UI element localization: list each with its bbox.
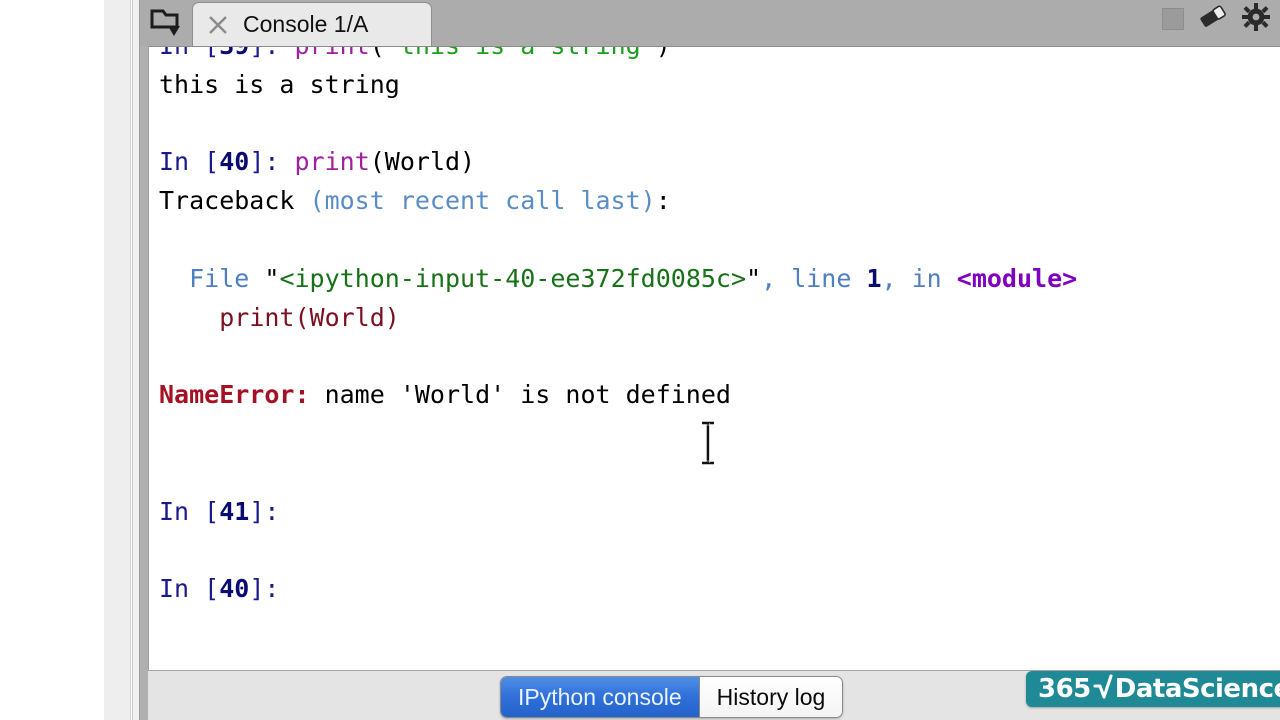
code-segment: 1 xyxy=(866,263,882,293)
editor-gutter xyxy=(104,0,131,720)
code-segment: , line xyxy=(761,263,867,293)
console-tab-bar: Console 1/A xyxy=(140,0,1280,46)
console-tab-label: Console 1/A xyxy=(243,11,369,37)
line-traceback: Traceback (most recent call last): xyxy=(159,182,1269,221)
line-file: File "<ipython-input-40-ee372fd0085c>", … xyxy=(159,260,1269,299)
code-segment: 40 xyxy=(219,147,250,177)
line-in41: In [41]: xyxy=(159,493,1269,532)
bottom-pane-tab-switcher: IPython console History log xyxy=(500,676,844,718)
code-segment: 39 xyxy=(219,47,249,60)
blank-4 xyxy=(159,415,1269,454)
code-segment: print(World) xyxy=(159,302,400,332)
code-segment: 40 xyxy=(219,574,250,604)
line-in40b: In [40]: xyxy=(159,570,1269,609)
eraser-icon[interactable] xyxy=(1198,4,1228,35)
code-segment: <ipython-input-40-ee372fd0085c> xyxy=(279,263,747,293)
brand-logo: 365 DataScience xyxy=(1026,671,1280,707)
code-segment: , in xyxy=(881,263,957,293)
code-segment: ( xyxy=(370,47,385,60)
line-nameerror: NameError: name 'World' is not defined xyxy=(159,376,1269,415)
console-tab-console-1a[interactable]: Console 1/A xyxy=(192,2,432,46)
radical-icon xyxy=(1093,674,1113,699)
code-segment: name 'World' is not defined xyxy=(309,380,731,410)
code-segment: (most recent call last) xyxy=(309,186,656,216)
line-out39: this is a string xyxy=(159,66,1269,105)
code-segment: ) xyxy=(656,47,671,60)
code-segment: File xyxy=(159,263,265,293)
code-segment: print xyxy=(294,47,369,60)
editor-pane-blank xyxy=(0,0,104,720)
blank-3 xyxy=(159,337,1269,376)
code-segment: <module> xyxy=(956,263,1078,293)
spyder-ipython-console-screen: Console 1/A this is a string In [40]: pr… xyxy=(0,0,1280,720)
stop-square-icon[interactable] xyxy=(1162,8,1184,30)
code-segment: ]: xyxy=(249,47,294,60)
code-segment: 41 xyxy=(219,496,250,526)
code-segment: ]: xyxy=(249,147,295,177)
code-segment: 'this is a string' xyxy=(385,47,656,60)
line-in40: In [40]: print(World) xyxy=(159,143,1269,182)
code-segment: (World) xyxy=(369,147,476,177)
console-toolbar xyxy=(1162,0,1280,46)
folder-dropdown-icon xyxy=(150,9,180,36)
code-segment: " xyxy=(746,263,762,293)
bottom-tab-ipython-console[interactable]: IPython console xyxy=(501,677,699,717)
console-output-area[interactable]: In [39]: print('this is a string')this i… xyxy=(148,46,1280,670)
code-segment: In [ xyxy=(159,47,219,60)
blank-6 xyxy=(159,531,1269,570)
code-segment: " xyxy=(264,263,280,293)
logo-text-365: 365 xyxy=(1038,674,1091,704)
code-segment: In [ xyxy=(159,574,220,604)
blank-2 xyxy=(159,221,1269,260)
blank-5 xyxy=(159,454,1269,493)
browse-tabs-button[interactable] xyxy=(140,0,192,46)
ipython-console-pane: Console 1/A this is a string In [40]: pr… xyxy=(140,0,1280,720)
code-segment: NameError: xyxy=(159,380,310,410)
blank-1 xyxy=(159,105,1269,144)
code-segment: ]: xyxy=(249,574,295,604)
code-segment: Traceback xyxy=(159,186,310,216)
code-segment: this is a string xyxy=(159,69,400,99)
line-code: print(World) xyxy=(159,299,1269,338)
line-in39: In [39]: print('this is a string') xyxy=(159,47,1269,66)
code-segment: In [ xyxy=(159,147,220,177)
logo-text-datascience: DataScience xyxy=(1114,674,1280,704)
close-icon[interactable] xyxy=(207,14,229,36)
code-segment: ]: xyxy=(249,496,295,526)
pane-splitter[interactable] xyxy=(132,0,140,720)
code-segment: : xyxy=(655,186,671,216)
code-segment: print xyxy=(294,147,370,177)
gear-icon[interactable] xyxy=(1242,2,1270,36)
console-output-text: In [39]: print('this is a string')this i… xyxy=(159,47,1269,609)
code-segment: In [ xyxy=(159,496,220,526)
bottom-tab-history-log[interactable]: History log xyxy=(698,677,843,717)
